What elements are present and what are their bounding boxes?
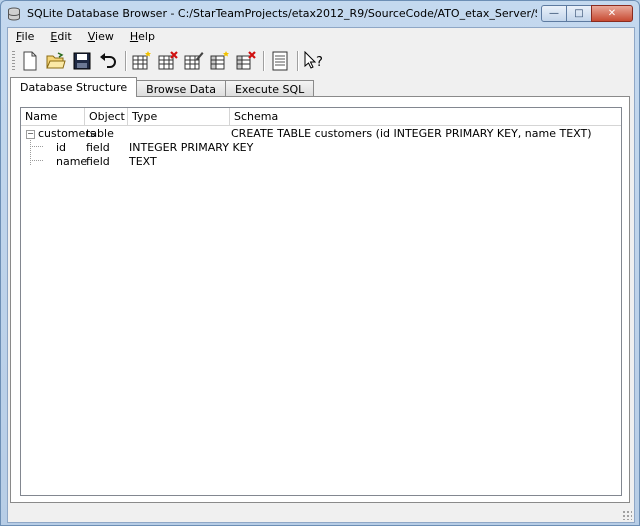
close-button[interactable]: ✕ [591,5,633,22]
new-database-icon [23,51,37,71]
tab-panel-database-structure: Name Object Type Schema − customers tabl… [10,96,630,503]
undo-icon [100,53,116,68]
row-name: id [56,141,67,154]
tab-execute-sql[interactable]: Execute SQL [224,80,315,97]
create-table-icon [132,51,151,70]
sql-log-icon [272,51,288,71]
menu-help-mnemonic: H [129,30,139,43]
open-database-icon [46,52,66,69]
row-object: field [86,155,110,168]
toolbar: ? [8,48,634,74]
menu-help-label: elp [138,30,155,43]
delete-index-icon [236,51,256,70]
menu-view-mnemonic: V [87,30,96,43]
minimize-icon: — [549,8,559,19]
delete-index-button[interactable] [235,50,257,72]
app-window: SQLite Database Browser - C:/StarTeamPro… [0,0,640,526]
tab-browse-data[interactable]: Browse Data [136,80,226,97]
menu-view-label: iew [95,30,114,43]
toolbar-grip[interactable] [12,51,15,71]
maximize-button[interactable]: □ [566,5,592,22]
open-database-button[interactable] [45,50,67,72]
database-app-icon [8,7,20,21]
resize-grip-icon[interactable] [622,510,632,520]
close-icon: ✕ [607,8,617,19]
menu-edit[interactable]: Edit [42,28,79,46]
save-button[interactable] [71,50,93,72]
menu-bar: File Edit View Help [8,28,634,46]
tab-database-structure[interactable]: Database Structure [10,77,138,97]
column-header-type[interactable]: Type [128,108,230,125]
row-type: TEXT [129,155,157,168]
tree-row[interactable]: name field TEXT [21,155,621,169]
minimize-button[interactable]: — [541,5,567,22]
window-title: SQLite Database Browser - C:/StarTeamPro… [27,7,537,20]
row-type: INTEGER PRIMARY KEY [129,141,254,154]
tree-row[interactable]: − customers table CREATE TABLE customers… [21,127,621,141]
menu-view[interactable]: View [80,28,122,46]
row-schema: CREATE TABLE customers (id INTEGER PRIMA… [231,127,592,140]
create-table-button[interactable] [131,50,153,72]
column-header-schema[interactable]: Schema [230,108,621,125]
menu-edit-label: dit [57,30,72,43]
svg-text:?: ? [316,55,323,70]
column-header-name[interactable]: Name [21,108,85,125]
toolbar-separator [125,51,127,71]
whats-this-icon: ? [304,51,323,70]
row-object: table [86,127,114,140]
save-icon [73,52,91,70]
menu-file-label: ile [21,30,35,43]
menu-file[interactable]: File [8,28,42,46]
collapse-icon[interactable]: − [26,130,35,139]
status-bar [8,506,634,522]
title-bar[interactable]: SQLite Database Browser - C:/StarTeamPro… [1,1,639,27]
toolbar-separator [297,51,299,71]
row-object: field [86,141,110,154]
toolbar-separator [263,51,265,71]
whats-this-button[interactable]: ? [303,50,325,72]
delete-table-button[interactable] [157,50,179,72]
structure-tree-view[interactable]: Name Object Type Schema − customers tabl… [20,107,622,496]
new-database-button[interactable] [19,50,41,72]
modify-table-button[interactable] [183,50,205,72]
tree-row[interactable]: id field INTEGER PRIMARY KEY [21,141,621,155]
create-index-icon [210,51,229,70]
menu-help[interactable]: Help [122,28,163,46]
create-index-button[interactable] [209,50,231,72]
sql-log-button[interactable] [269,50,291,72]
tree-header: Name Object Type Schema [21,108,621,126]
maximize-icon: □ [574,8,584,19]
modify-table-icon [184,52,204,70]
undo-button[interactable] [97,50,119,72]
client-area: File Edit View Help ? Database Structure… [7,27,635,523]
delete-table-icon [158,51,178,70]
tab-bar: Database Structure Browse Data Execute S… [10,77,315,97]
row-name: name [56,155,88,168]
column-header-object[interactable]: Object [85,108,128,125]
